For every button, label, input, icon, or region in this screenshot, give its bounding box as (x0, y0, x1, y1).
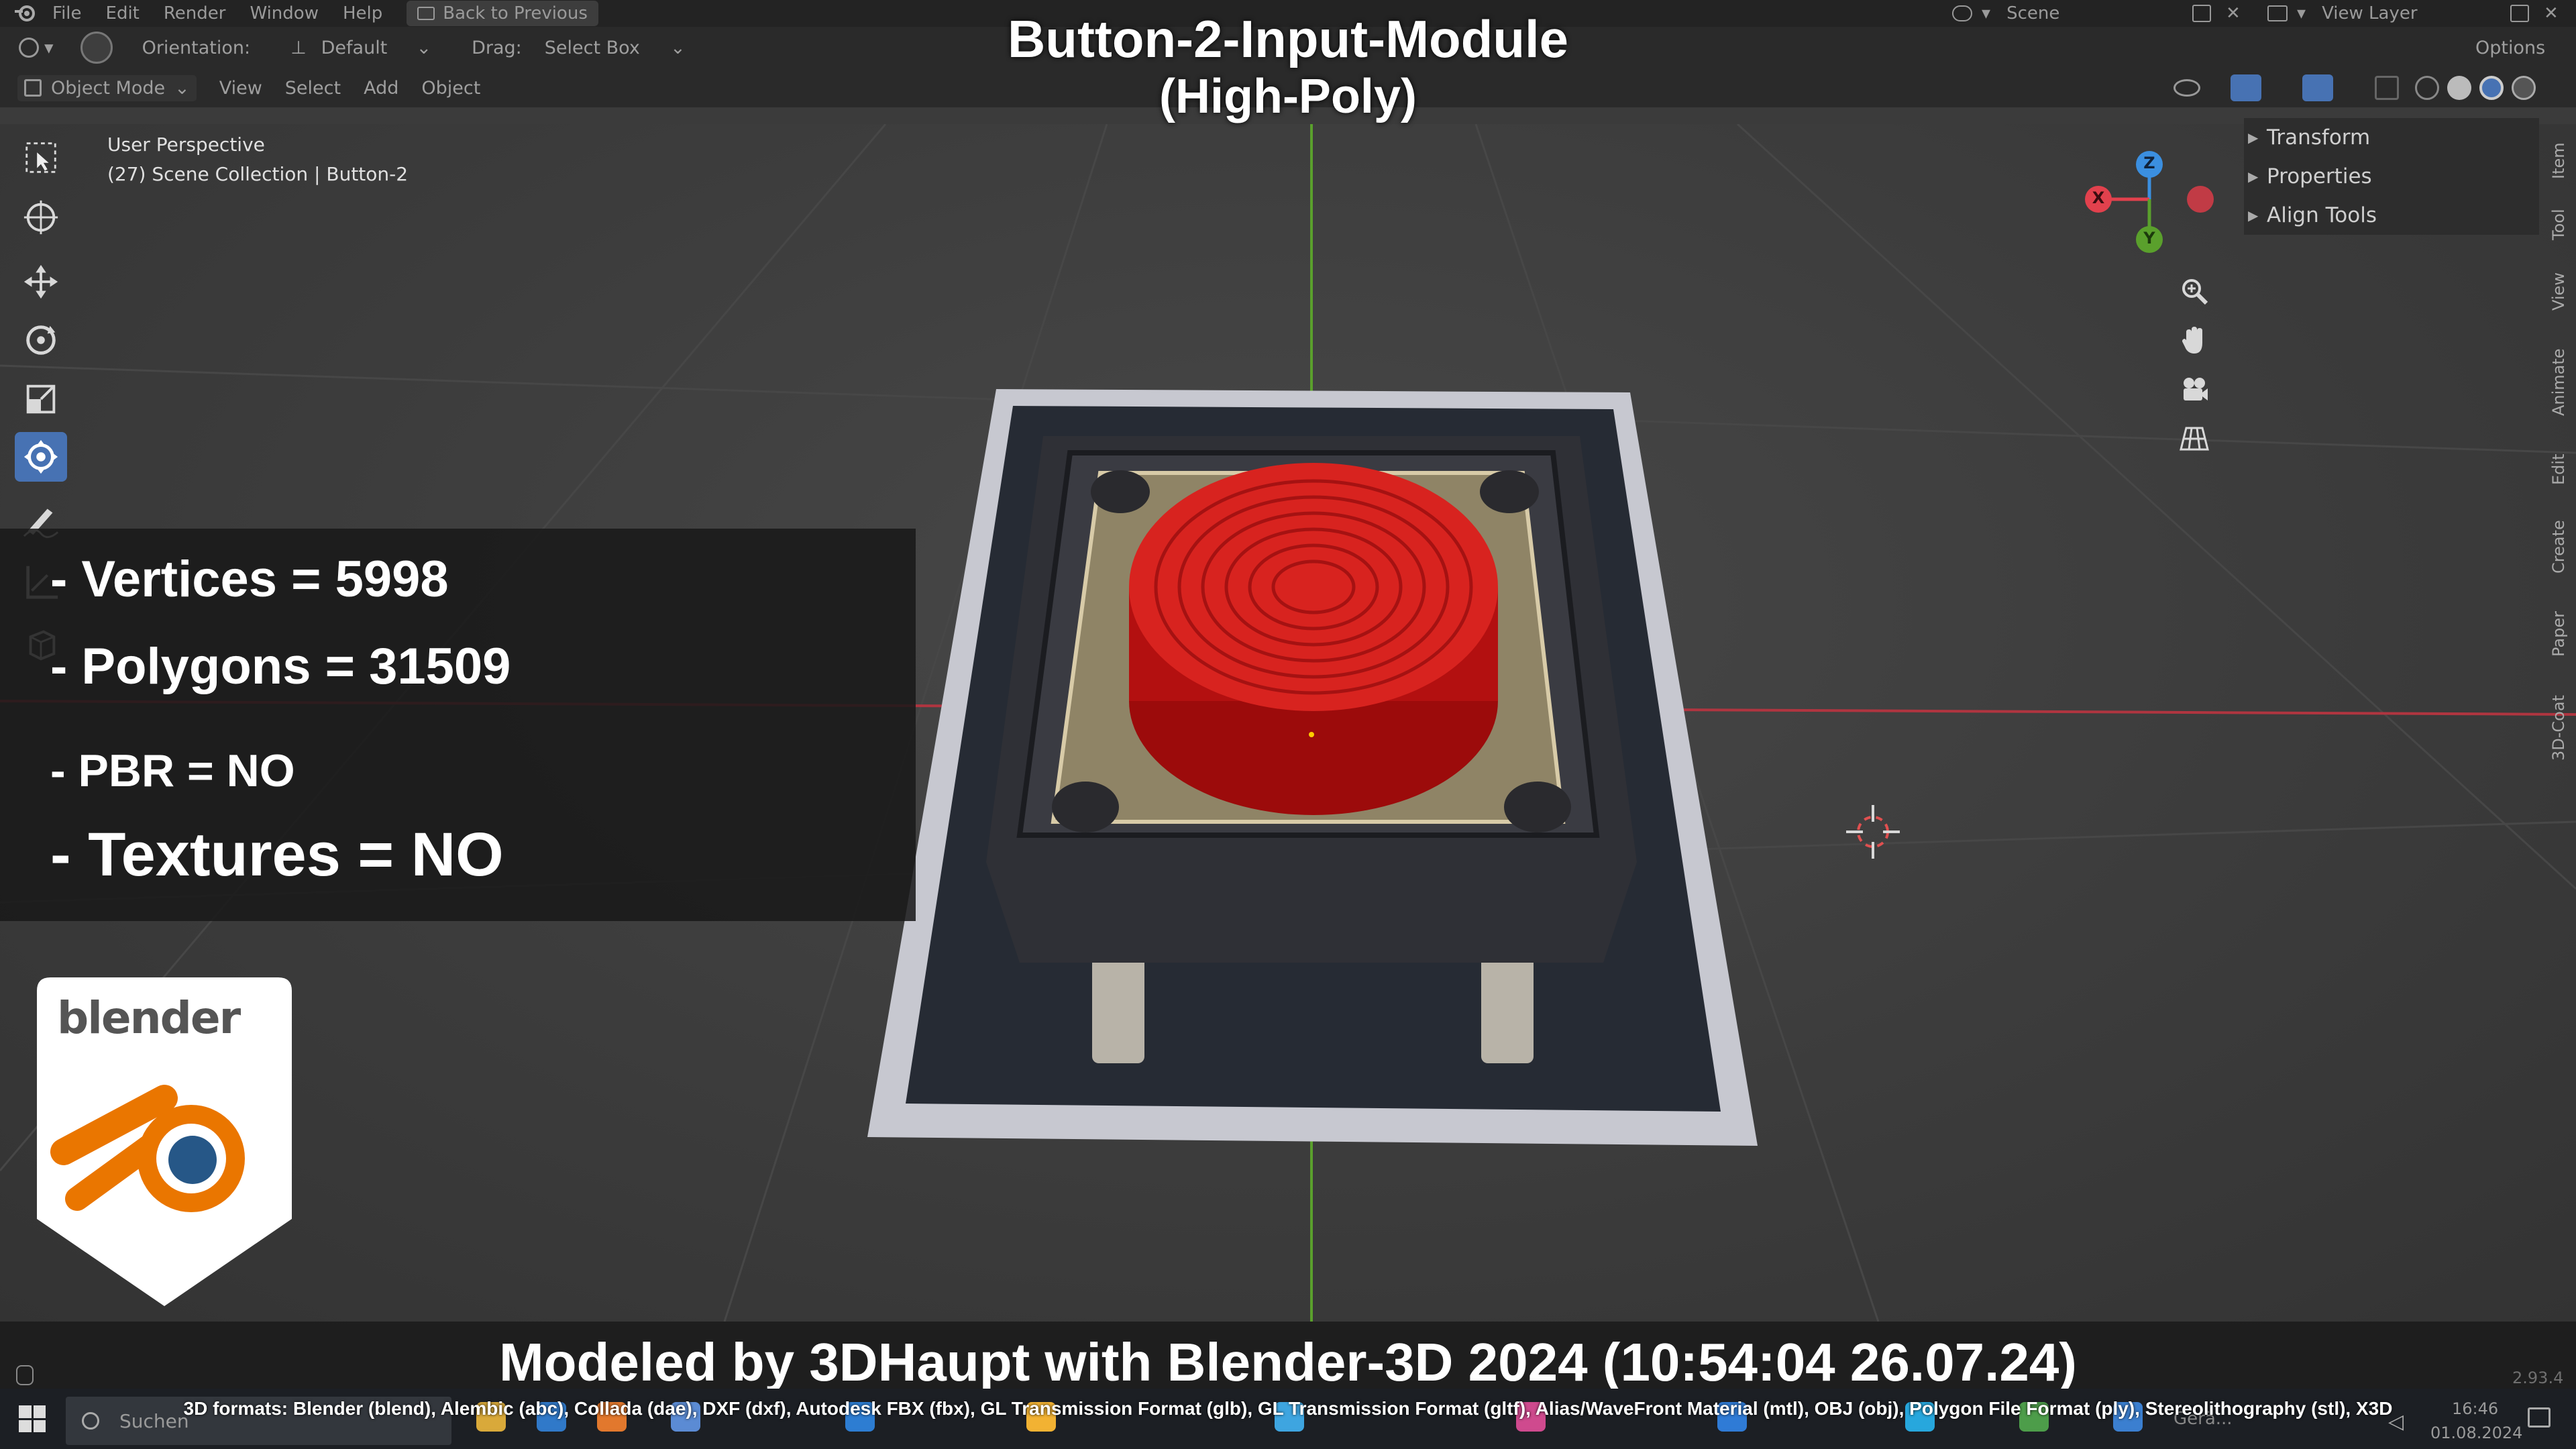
viewport-perspective-label: User Perspective (107, 133, 265, 156)
rotate-tool[interactable] (15, 315, 67, 365)
stat-textures: - Textures = NO (50, 820, 504, 889)
npanel-align-tools[interactable]: ▶ Align Tools (2244, 196, 2539, 235)
stat-pbr: - PBR = NO (50, 745, 295, 796)
tab-paper[interactable]: Paper (2549, 604, 2573, 664)
hand-icon (2182, 327, 2202, 354)
tab-3d-coat[interactable]: 3D-Coat (2549, 688, 2573, 768)
scale-tool[interactable] (15, 374, 67, 424)
gizmo-neg-x-icon (2187, 186, 2214, 213)
zoom-button[interactable] (2174, 270, 2215, 312)
viewport-collection-label: (27) Scene Collection | Button-2 (107, 163, 409, 185)
tab-animate[interactable]: Animate (2549, 342, 2573, 423)
title-line-1: Button-2-Input-Module (1007, 9, 1569, 68)
disclosure-triangle-icon: ▶ (2248, 129, 2259, 146)
npanel-align-tools-label: Align Tools (2267, 203, 2377, 227)
camera-icon (2184, 378, 2208, 400)
gizmo-x-label: X (2092, 189, 2105, 207)
npanel-properties-label: Properties (2267, 164, 2372, 189)
title-line-2: (High-Poly) (1159, 70, 1417, 123)
npanel-properties[interactable]: ▶ Properties (2244, 157, 2539, 196)
tab-view[interactable]: View (2549, 268, 2573, 315)
camera-view-button[interactable] (2174, 369, 2215, 411)
cursor-tool[interactable] (15, 193, 67, 242)
clock-date[interactable]: 01.08.2024 (2430, 1424, 2522, 1442)
footer-formats: 3D formats: Blender (blend), Alembic (ab… (183, 1398, 2393, 1419)
gizmo-z-label: Z (2143, 154, 2155, 172)
pan-button[interactable] (2174, 319, 2215, 361)
zoom-icon (2182, 279, 2208, 305)
stat-polygons: - Polygons = 31509 (50, 638, 511, 695)
3d-cursor (1846, 805, 1900, 859)
corner-cap (1480, 470, 1539, 513)
red-cap-top (1129, 463, 1498, 711)
navigation-gizmo[interactable]: Z X Y (2066, 144, 2234, 265)
transform-tool[interactable] (15, 432, 67, 482)
corner-cap (1052, 782, 1119, 833)
npanel-transform-label: Transform (2267, 125, 2371, 150)
tab-item[interactable]: Item (2549, 134, 2573, 188)
blender-version: 2.93.4 (2512, 1368, 2564, 1387)
gizmo-y-label: Y (2143, 229, 2155, 248)
stat-vertices: - Vertices = 5998 (50, 551, 449, 608)
perspective-toggle-button[interactable] (2174, 418, 2215, 460)
corner-cap (1091, 470, 1150, 513)
footer-credit: Modeled by 3DHaupt with Blender-3D 2024 … (499, 1332, 2077, 1392)
tab-tool[interactable]: Tool (2549, 205, 2573, 245)
tab-edit[interactable]: Edit (2549, 449, 2573, 490)
corner-cap (1504, 782, 1571, 833)
grid-icon (2180, 427, 2209, 451)
blender-logo: blender (37, 977, 292, 1306)
select-box-tool[interactable] (15, 133, 67, 182)
tab-create[interactable]: Create (2549, 513, 2573, 580)
move-tool[interactable] (15, 257, 67, 307)
status-icon (16, 1365, 34, 1385)
disclosure-triangle-icon: ▶ (2248, 207, 2259, 223)
blender-logo-text: blender (57, 992, 241, 1044)
disclosure-triangle-icon: ▶ (2248, 168, 2259, 184)
